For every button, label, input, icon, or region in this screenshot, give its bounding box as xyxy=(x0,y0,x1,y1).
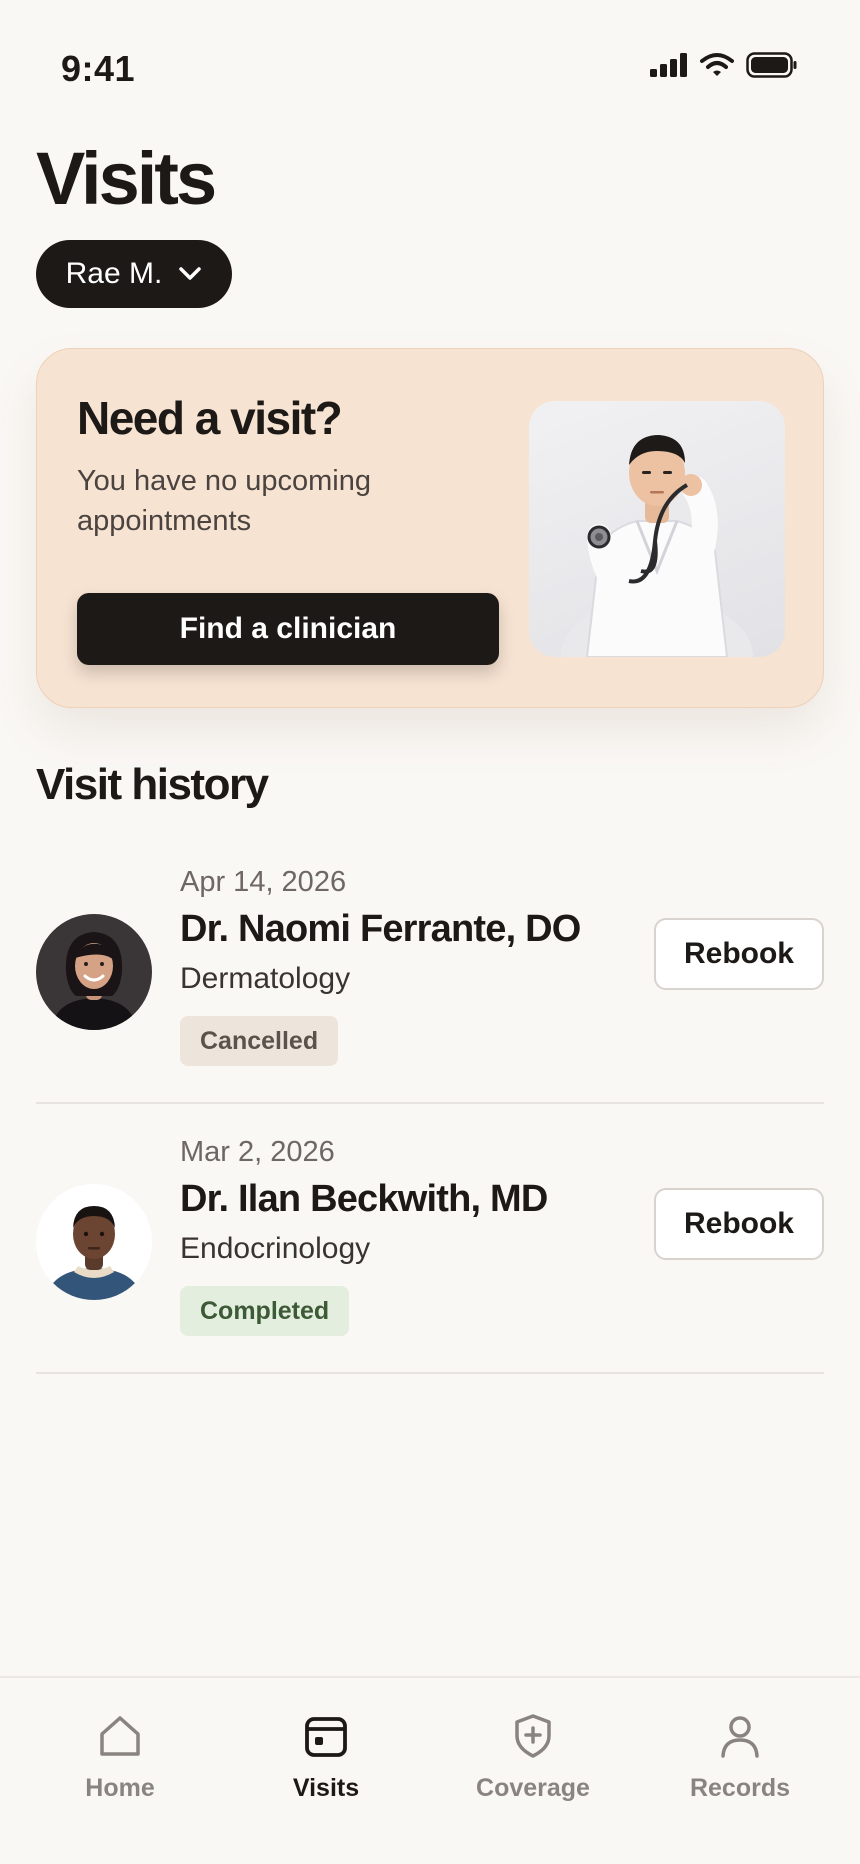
need-visit-card: Need a visit? You have no upcoming appoi… xyxy=(36,348,824,708)
tab-coverage-label: Coverage xyxy=(476,1774,590,1802)
visit-history-title: Visit history xyxy=(36,760,269,809)
avatar xyxy=(36,1184,152,1300)
rebook-button[interactable]: Rebook xyxy=(654,918,824,990)
status-badge: Completed xyxy=(180,1286,350,1336)
person-icon xyxy=(721,1716,759,1758)
calendar-icon xyxy=(305,1717,347,1757)
page-title: Visits xyxy=(36,137,217,220)
promo-subtext: You have no upcoming appointments xyxy=(77,465,371,537)
tab-visits-label: Visits xyxy=(292,1774,360,1802)
visit-doctor-name: Dr. Ilan Beckwith, MD xyxy=(180,1178,548,1220)
visit-date: Apr 14, 2026 xyxy=(180,866,347,898)
doctor-portrait xyxy=(36,1184,152,1300)
status-bar: 9:41 xyxy=(0,0,860,136)
clinician-photo xyxy=(529,401,785,657)
tab-home[interactable]: Home xyxy=(40,1712,200,1822)
visit-row: Apr 14, 2026 Dr. Naomi Ferrante, DO Derm… xyxy=(36,834,824,1104)
tab-home-label: Home xyxy=(85,1774,155,1802)
find-clinician-button[interactable]: Find a clinician xyxy=(77,593,499,665)
visit-specialty: Dermatology xyxy=(180,962,351,995)
profile-name: Rae M. xyxy=(65,257,163,290)
visit-date: Mar 2, 2026 xyxy=(180,1136,335,1168)
visit-row: Mar 2, 2026 Dr. Ilan Beckwith, MD Endocr… xyxy=(36,1104,824,1374)
doctor-portrait xyxy=(36,914,152,1030)
visit-specialty: Endocrinology xyxy=(180,1232,371,1265)
chevron-down-icon xyxy=(179,267,202,280)
rebook-button[interactable]: Rebook xyxy=(654,1188,824,1260)
tab-visits[interactable]: Visits xyxy=(246,1712,406,1822)
profile-switcher-button[interactable]: Rae M. xyxy=(36,240,232,308)
visit-doctor-name: Dr. Naomi Ferrante, DO xyxy=(180,908,581,950)
battery-icon xyxy=(746,52,797,78)
status-icons xyxy=(650,52,798,78)
tab-records[interactable]: Records xyxy=(660,1712,820,1822)
avatar xyxy=(36,914,152,1030)
promo-heading: Need a visit? xyxy=(77,392,343,444)
signal-icon xyxy=(650,53,687,77)
home-icon xyxy=(100,1716,140,1756)
status-time: 9:41 xyxy=(61,48,136,89)
tab-bar: Home Visits Coverage Records xyxy=(0,1676,860,1864)
shield-plus-icon xyxy=(515,1714,551,1758)
tab-coverage[interactable]: Coverage xyxy=(453,1712,613,1822)
tab-records-label: Records xyxy=(689,1774,791,1802)
wifi-icon xyxy=(700,53,734,76)
status-badge: Cancelled xyxy=(180,1016,339,1066)
clinician-illustration xyxy=(561,435,753,657)
